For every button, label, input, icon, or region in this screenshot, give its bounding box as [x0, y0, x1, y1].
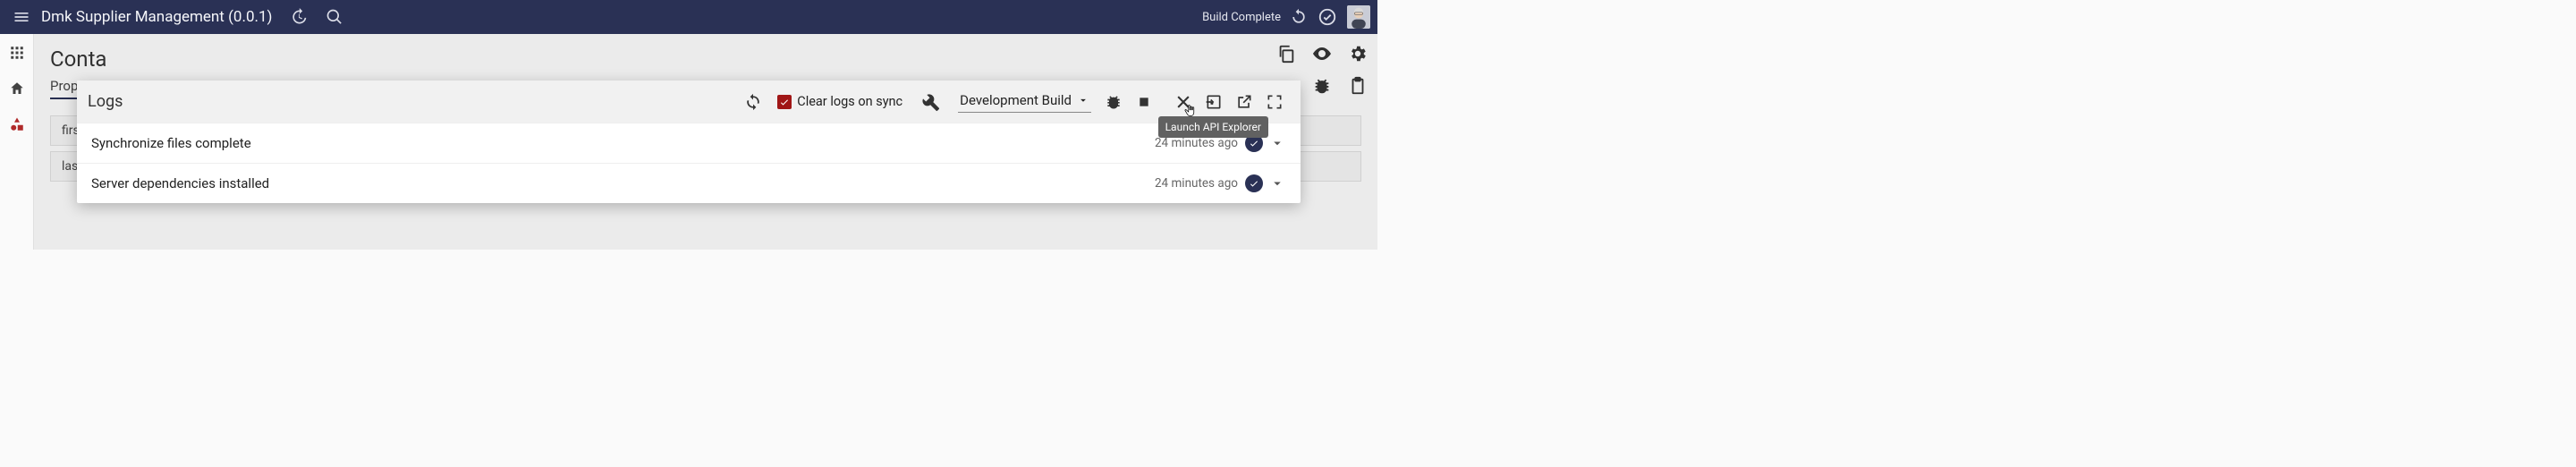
menu-icon[interactable] — [7, 3, 36, 31]
build-status-text: Build Complete — [1202, 11, 1281, 24]
apps-icon[interactable] — [7, 43, 27, 63]
tooltip: Launch API Explorer — [1158, 116, 1268, 138]
home-icon[interactable] — [7, 79, 27, 98]
expand-icon[interactable] — [1268, 134, 1286, 152]
open-new-icon[interactable] — [1233, 90, 1256, 114]
appbar: Dmk Supplier Management (0.0.1) Build Co… — [0, 0, 1377, 34]
stop-icon[interactable] — [1132, 90, 1156, 114]
logs-title: Logs — [88, 92, 123, 111]
log-entry: Server dependencies installed 24 minutes… — [77, 164, 1301, 203]
left-rail — [0, 34, 34, 250]
cursor-icon — [1182, 104, 1199, 120]
clear-logs-label: Clear logs on sync — [797, 94, 902, 109]
launch-api-explorer-icon[interactable] — [1202, 90, 1225, 114]
sync-logs-icon[interactable] — [741, 90, 765, 114]
log-message: Server dependencies installed — [91, 175, 1155, 191]
build-select-label: Development Build — [960, 92, 1072, 108]
log-message: Synchronize files complete — [91, 135, 1155, 151]
app-title: Dmk Supplier Management (0.0.1) — [36, 8, 277, 26]
log-entry: Synchronize files complete 24 minutes ag… — [77, 123, 1301, 164]
search-icon[interactable] — [320, 3, 349, 31]
visibility-icon[interactable] — [1311, 43, 1333, 64]
build-select[interactable]: Development Build — [958, 90, 1091, 113]
expand-icon[interactable] — [1268, 174, 1286, 192]
check-circle-icon[interactable] — [1313, 3, 1342, 31]
log-time: 24 minutes ago — [1155, 136, 1238, 150]
log-time: 24 minutes ago — [1155, 176, 1238, 191]
wrench-icon[interactable] — [919, 90, 942, 114]
clear-logs-checkbox[interactable] — [777, 95, 792, 109]
logs-header: Logs Clear logs on sync Development Buil… — [77, 81, 1301, 123]
clipboard-icon[interactable] — [1347, 75, 1368, 97]
logs-panel: Logs Clear logs on sync Development Buil… — [77, 81, 1301, 203]
fullscreen-icon[interactable] — [1263, 90, 1286, 114]
shapes-icon[interactable] — [7, 115, 27, 134]
history-icon[interactable] — [284, 3, 313, 31]
avatar[interactable] — [1347, 5, 1370, 29]
settings-icon[interactable] — [1347, 43, 1368, 64]
bug-report-icon[interactable] — [1102, 90, 1125, 114]
copy-icon[interactable] — [1275, 43, 1297, 64]
bug-icon[interactable] — [1311, 75, 1333, 97]
sync-icon[interactable] — [1284, 3, 1313, 31]
page-title: Conta — [50, 47, 1361, 72]
success-badge-icon — [1245, 174, 1263, 192]
